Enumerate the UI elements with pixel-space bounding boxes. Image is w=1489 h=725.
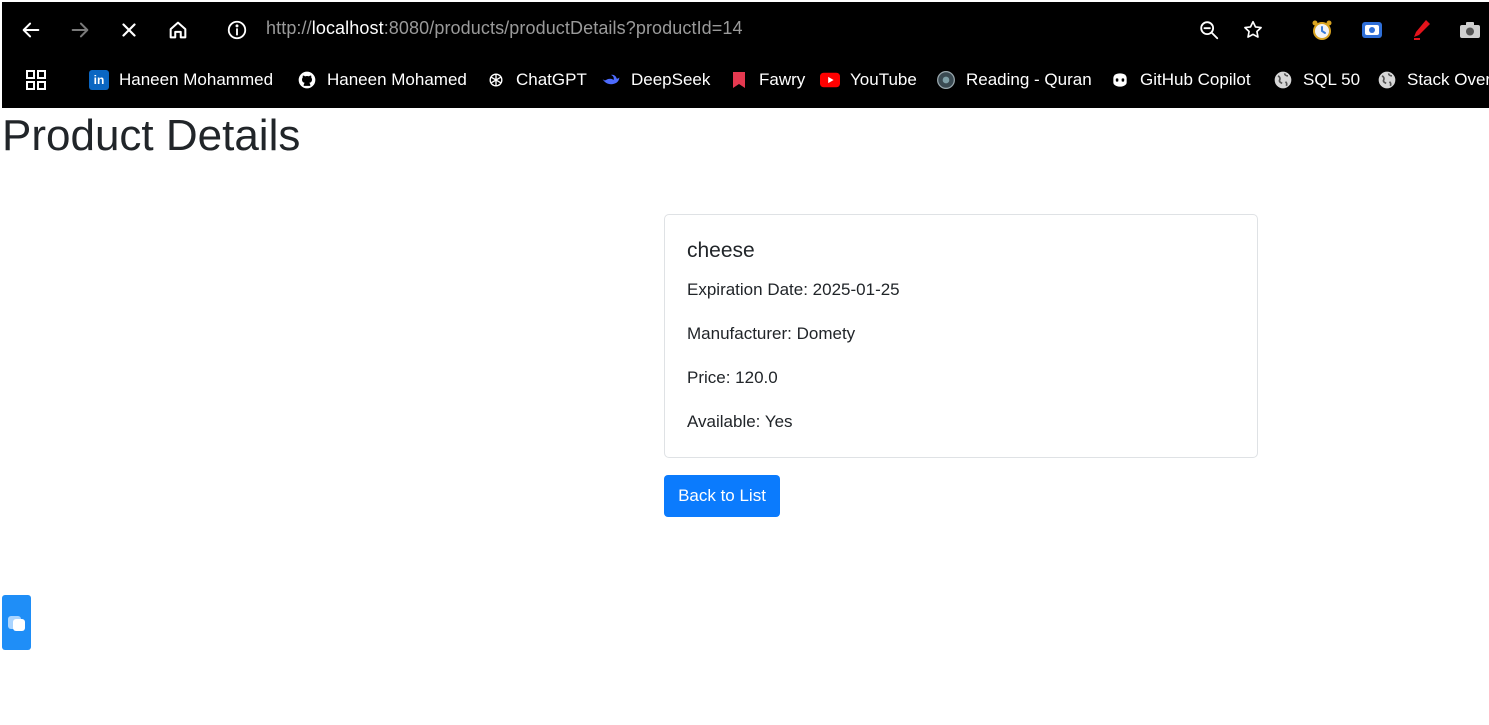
globe-icon	[1273, 70, 1293, 90]
browser-chrome: http://localhost:8080/products/productDe…	[2, 2, 1489, 108]
floating-widget-button[interactable]	[2, 595, 31, 650]
arrow-left-icon	[22, 22, 40, 38]
extension-alarm-button[interactable]	[1308, 16, 1336, 44]
product-card: cheese Expiration Date: 2025-01-25 Manuf…	[664, 214, 1258, 458]
bookmark-red-icon	[729, 70, 749, 90]
bookmark-sql50[interactable]: SQL 50	[1273, 67, 1360, 93]
bookmark-chatgpt[interactable]: ChatGPT	[486, 67, 587, 93]
back-to-list-button[interactable]: Back to List	[664, 475, 780, 517]
url-path: :8080/products/productDetails?productId=…	[383, 18, 743, 38]
bookmark-label: Haneen Mohammed	[119, 70, 274, 89]
widget-icon	[7, 615, 25, 631]
availability: Available: Yes	[687, 412, 793, 431]
bookmark-label: YouTube	[850, 70, 917, 89]
bookmark-label: GitHub Copilot	[1140, 70, 1251, 89]
home-button[interactable]	[162, 14, 194, 46]
forward-button[interactable]	[64, 14, 96, 46]
camera-icon	[1460, 22, 1480, 38]
bookmark-fawry[interactable]: Fawry	[729, 67, 805, 93]
manufacturer: Manufacturer: Domety	[687, 324, 856, 343]
bookmarks-bar: in Haneen Mohammed Haneen Mohamed ChatGP…	[2, 62, 1489, 98]
page-title: Product Details	[2, 111, 301, 160]
extension-highlighter-button[interactable]	[1407, 16, 1435, 44]
info-icon[interactable]	[226, 19, 248, 41]
bookmark-youtube[interactable]: YouTube	[820, 67, 917, 93]
back-button[interactable]	[15, 14, 47, 46]
screen-record-icon	[1362, 22, 1382, 38]
bookmark-label: Fawry	[759, 70, 806, 89]
bookmark-label: DeepSeek	[631, 70, 711, 89]
bookmark-stackoverflow[interactable]: Stack Overf	[1377, 67, 1489, 93]
copilot-icon	[1110, 70, 1130, 90]
bookmark-star-button[interactable]	[1239, 16, 1267, 44]
product-name: cheese	[687, 239, 755, 262]
bookmark-linkedin[interactable]: in Haneen Mohammed	[89, 67, 273, 93]
bookmark-copilot[interactable]: GitHub Copilot	[1110, 67, 1251, 93]
quran-icon	[936, 70, 956, 90]
deepseek-icon	[601, 70, 621, 90]
bookmark-deepseek[interactable]: DeepSeek	[601, 67, 710, 93]
expiration-date: Expiration Date: 2025-01-25	[687, 280, 900, 299]
bookmark-label: Haneen Mohamed	[327, 70, 467, 89]
alarm-clock-icon	[1312, 20, 1332, 40]
zoom-button[interactable]	[1195, 16, 1223, 44]
apps-grid-icon[interactable]	[24, 68, 48, 92]
arrow-right-icon	[71, 22, 89, 38]
url-prefix: http://	[266, 18, 312, 38]
chatgpt-icon	[486, 70, 506, 90]
bookmark-github[interactable]: Haneen Mohamed	[297, 67, 467, 93]
extension-camera-button[interactable]	[1456, 16, 1484, 44]
address-bar[interactable]: http://localhost:8080/products/productDe…	[266, 18, 743, 39]
youtube-icon	[820, 70, 840, 90]
price: Price: 120.0	[687, 368, 778, 387]
bookmark-label: Reading - Quran	[966, 70, 1092, 89]
bookmark-label: SQL 50	[1303, 70, 1361, 89]
globe-icon	[1377, 70, 1397, 90]
star-icon	[1244, 20, 1262, 38]
bookmark-quran[interactable]: Reading - Quran	[936, 67, 1092, 93]
zoom-out-icon	[1200, 21, 1219, 40]
url-host: localhost	[311, 18, 384, 38]
linkedin-icon: in	[89, 70, 109, 90]
extension-screen-button[interactable]	[1358, 16, 1386, 44]
bookmark-label: ChatGPT	[516, 70, 587, 89]
github-icon	[297, 70, 317, 90]
stop-loading-button[interactable]	[113, 14, 145, 46]
bookmark-label: Stack Overf	[1407, 70, 1489, 89]
close-icon	[122, 23, 136, 37]
home-icon	[169, 21, 187, 39]
highlighter-icon	[1414, 20, 1430, 40]
